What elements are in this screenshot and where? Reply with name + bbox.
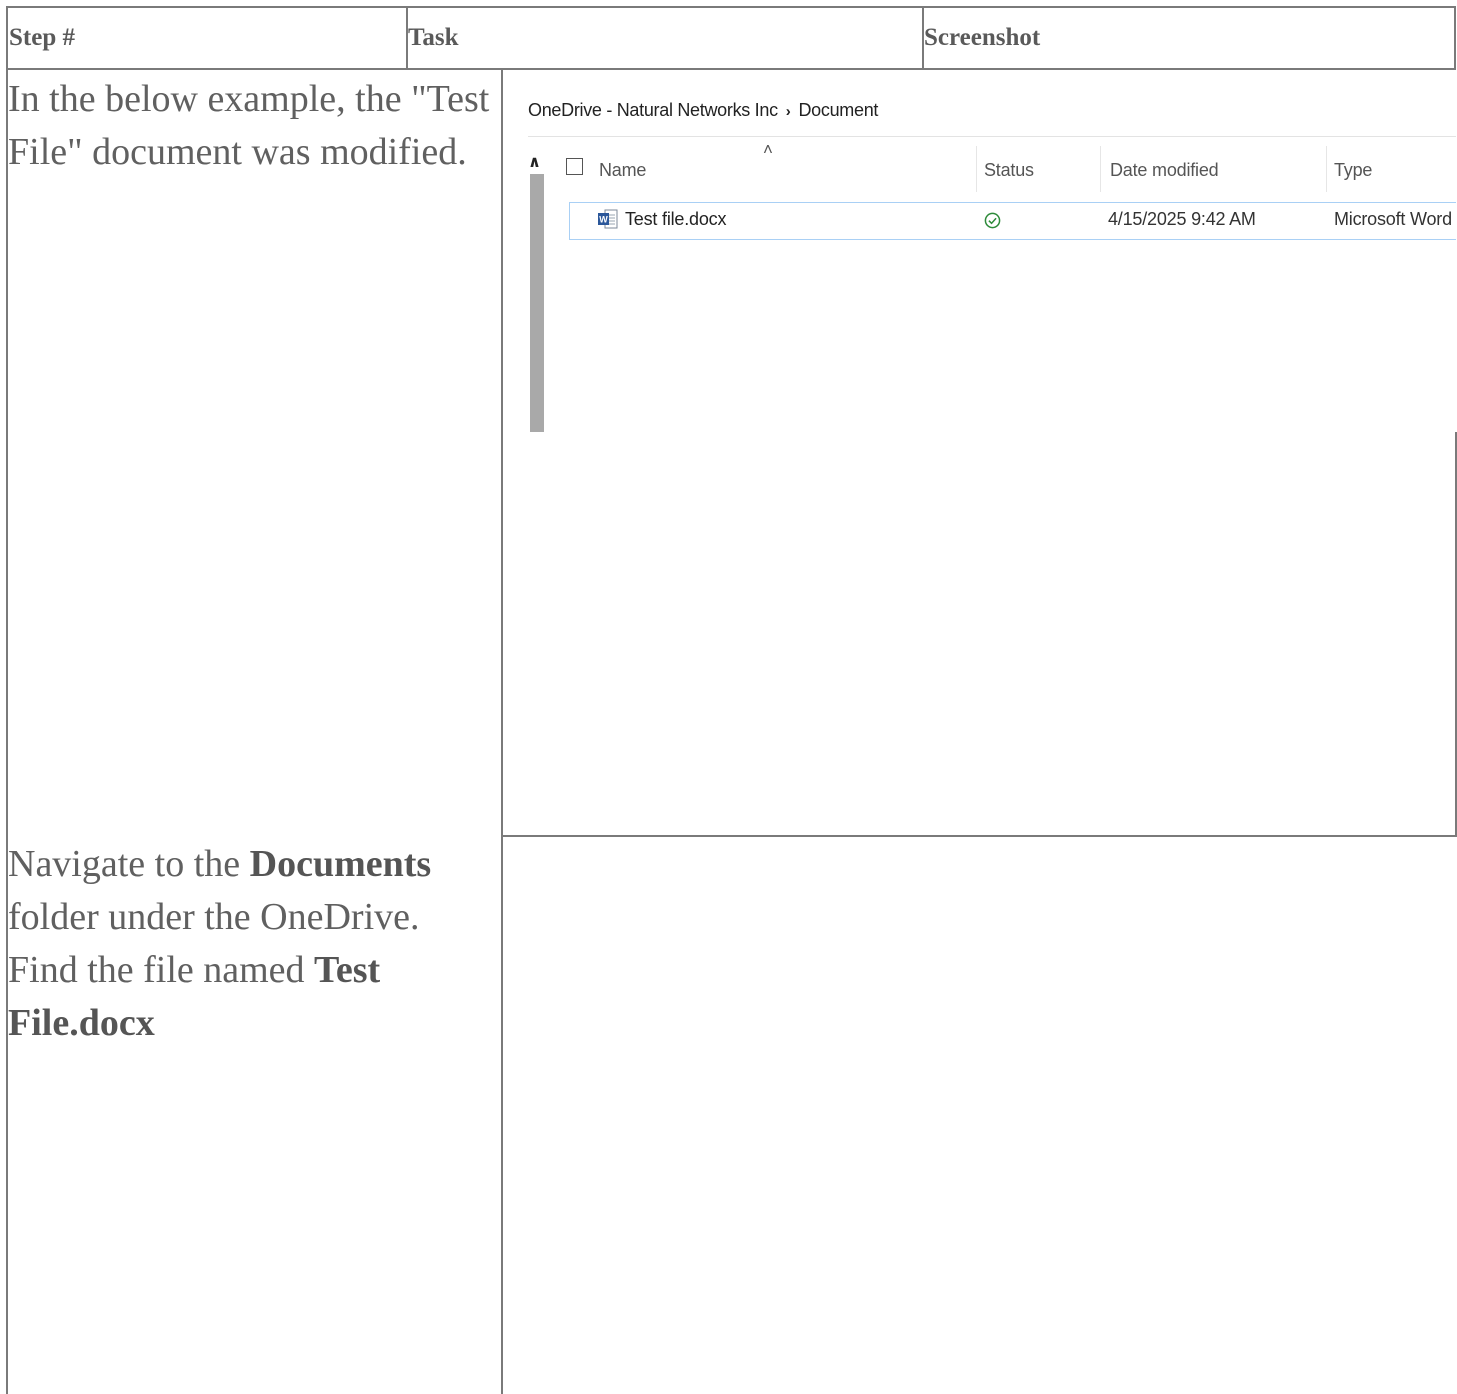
sort-ascending-icon: ˄ — [763, 140, 773, 159]
file-name[interactable]: Test file.docx — [625, 209, 726, 230]
chevron-up-icon[interactable]: ∧ — [528, 152, 541, 172]
column-header-status[interactable]: Status — [984, 160, 1034, 181]
column-header-type[interactable]: Type — [1334, 160, 1372, 181]
table-border-middle — [501, 70, 503, 1394]
row-divider — [501, 835, 1457, 837]
column-header-date-modified[interactable]: Date modified — [1110, 160, 1219, 181]
scrollbar[interactable] — [530, 174, 544, 432]
task-text-row-2: Navigate to the Documents folder under t… — [8, 838, 498, 1050]
header-screenshot: Screenshot — [922, 6, 1456, 70]
breadcrumb-onedrive[interactable]: OneDrive - Natural Networks Inc — [528, 100, 778, 120]
word-document-icon: W — [598, 209, 618, 229]
select-all-checkbox[interactable] — [566, 158, 583, 175]
breadcrumb-document[interactable]: Document — [798, 100, 878, 120]
task-text-row-1: In the below example, the "Test File" do… — [8, 78, 490, 173]
breadcrumb: OneDrive - Natural Networks Inc › Document — [528, 100, 878, 121]
file-type: Microsoft Word D — [1334, 209, 1456, 229]
chevron-right-icon: › — [785, 103, 791, 120]
synced-check-icon — [984, 212, 1001, 229]
task-text-bold-folder: Documents — [249, 843, 432, 885]
file-explorer-screenshot: OneDrive - Natural Networks Inc › Document… — [504, 72, 1456, 432]
column-divider[interactable] — [976, 146, 977, 192]
svg-text:W: W — [599, 215, 608, 225]
header-task: Task — [406, 6, 924, 70]
breadcrumb-divider — [528, 136, 1456, 137]
file-date-modified: 4/15/2025 9:42 AM — [1108, 209, 1256, 229]
column-header-name[interactable]: Name — [599, 160, 646, 181]
table-border-left — [6, 70, 8, 1394]
column-divider[interactable] — [1100, 146, 1101, 192]
column-divider[interactable] — [1326, 146, 1327, 192]
header-step: Step # — [6, 6, 408, 70]
task-text-plain: Navigate to the — [8, 843, 250, 885]
